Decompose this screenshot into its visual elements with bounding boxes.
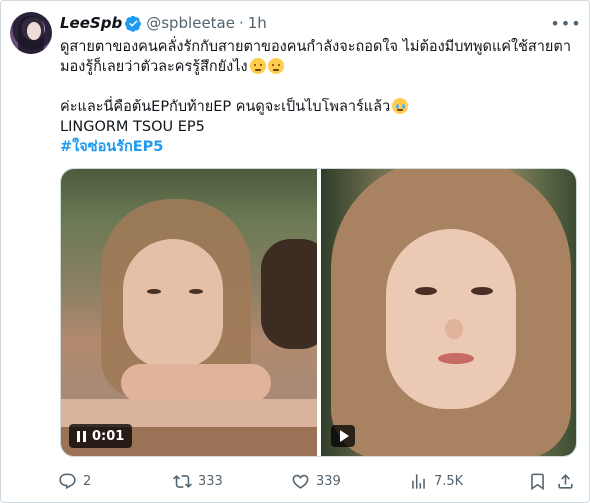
hashtag-link[interactable]: #ใจซ่อนรักEP5 xyxy=(60,137,580,157)
video-thumbnail-2[interactable] xyxy=(321,169,576,456)
views-icon xyxy=(412,473,425,489)
tweet-text: ดูสายตาของคนคลั่งรักกับสายตาของคนกำลังจะ… xyxy=(60,37,580,157)
tweet-line-4: LINGORM TSOU EP5 xyxy=(60,119,205,135)
repost-button[interactable]: 333 xyxy=(173,469,223,493)
tweet-time[interactable]: 1h xyxy=(248,14,267,32)
separator-dot: · xyxy=(238,14,244,32)
repost-count: 333 xyxy=(198,473,223,489)
tweet-card[interactable]: LeeSpb @spbleetae · 1h ••• ดูสายตาของคนค… xyxy=(0,0,590,503)
tweet-header: LeeSpb @spbleetae · 1h xyxy=(60,13,267,33)
reply-button[interactable]: 2 xyxy=(58,469,91,493)
bookmark-button[interactable] xyxy=(528,469,547,493)
share-icon xyxy=(558,473,573,489)
author-handle[interactable]: @spbleetae xyxy=(146,14,235,32)
like-count: 339 xyxy=(316,473,341,489)
views-count: 7.5K xyxy=(434,473,464,489)
media-grid: 0:01 xyxy=(60,168,577,457)
views-button[interactable]: 7.5K xyxy=(409,469,463,493)
action-bar: 2 333 339 7.5K xyxy=(58,469,578,493)
pleading-face-emoji-icon xyxy=(267,58,284,74)
like-button[interactable]: 339 xyxy=(291,469,341,493)
pause-icon xyxy=(77,430,86,442)
crying-face-emoji-icon xyxy=(392,98,409,114)
more-icon: ••• xyxy=(550,13,582,33)
avatar[interactable] xyxy=(10,12,52,54)
bookmark-icon xyxy=(531,473,544,490)
tweet-line-1: ดูสายตาของคนคลั่งรักกับสายตาของคนกำลังจะ… xyxy=(60,39,571,55)
tweet-line-3: ค่ะและนี่คือต้นEPกับท้ายEP คนดูจะเป็นไบโ… xyxy=(60,97,580,117)
play-icon xyxy=(339,430,349,442)
repost-icon xyxy=(173,474,192,488)
tweet-line-2: มองรู้ก็เลยว่าตัวละครรู้สึกยังไง xyxy=(60,57,580,77)
pleading-face-emoji-icon xyxy=(249,58,266,74)
video-thumbnail-1[interactable]: 0:01 xyxy=(61,169,317,456)
reply-count: 2 xyxy=(83,473,92,489)
verified-badge-icon xyxy=(125,15,142,32)
more-button[interactable]: ••• xyxy=(550,13,580,33)
share-button[interactable] xyxy=(556,469,575,493)
heart-icon xyxy=(292,474,309,489)
play-button[interactable] xyxy=(331,425,355,447)
video-time: 0:01 xyxy=(92,428,125,444)
video-timestamp-badge[interactable]: 0:01 xyxy=(69,424,133,448)
author-name[interactable]: LeeSpb xyxy=(60,14,122,32)
reply-icon xyxy=(59,473,76,489)
